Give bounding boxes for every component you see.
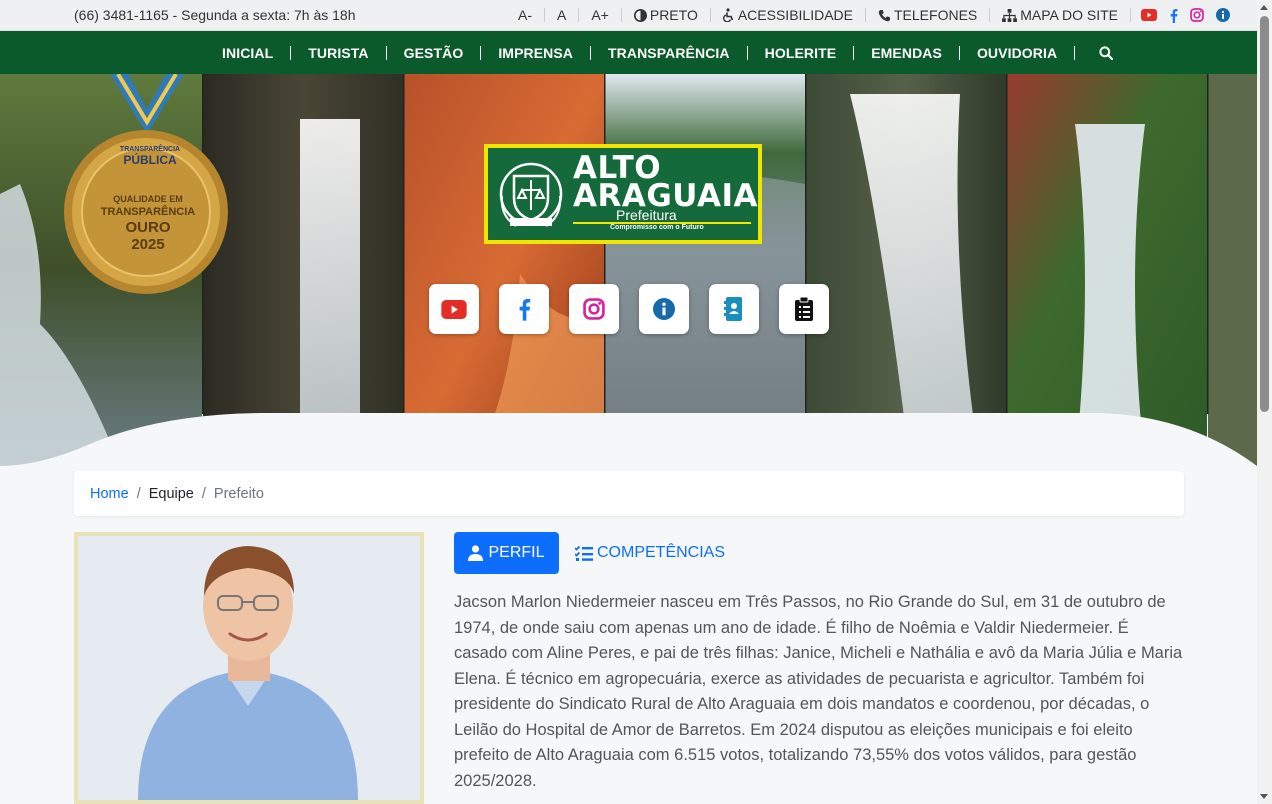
nav-item-gestao[interactable]: GESTÃO [387,45,481,61]
mayor-biography: Jacson Marlon Niedermeier nasceu em Três… [454,593,1183,790]
logo-subtitle: Prefeitura [616,207,677,223]
top-bar: (66) 3481-1165 - Segunda a sexta: 7h às … [0,0,1257,31]
tab-profile-label: PERFIL [488,544,545,561]
user-icon [468,545,484,561]
scroll-thumb[interactable] [1260,16,1269,412]
font-normal-button[interactable]: A [547,7,576,23]
search-button[interactable] [1075,45,1114,60]
hero-instagram-button[interactable] [569,284,619,334]
nav-item-inicial[interactable]: INICIAL [205,45,290,61]
mayor-photo-frame [74,532,424,804]
hero-facebook-button[interactable] [499,284,549,334]
sitemap-label: MAPA DO SITE [1020,7,1119,23]
tab-competencies-label: COMPETÊNCIAS [597,544,726,561]
transparency-medal [64,74,228,294]
main-nav: INICIAL TURISTA GESTÃO IMPRENSA TRANSPAR… [0,31,1257,74]
search-icon [1099,45,1114,60]
phones-label: TELEFONES [894,7,978,23]
breadcrumb-current: Prefeito [213,485,264,502]
top-social-links [1141,8,1231,23]
wheelchair-icon [722,8,734,22]
contact-info: (66) 3481-1165 - Segunda a sexta: 7h às … [74,7,356,23]
breadcrumb: Home / Equipe / Prefeito [74,471,1184,516]
coat-of-arms-icon [499,162,563,227]
divider [544,8,545,22]
hero-social-links [429,284,829,334]
sitemap-icon [1002,8,1018,22]
hero-contacts-button[interactable] [709,284,759,334]
info-icon [653,298,675,320]
info-icon[interactable] [1216,8,1231,22]
breadcrumb-section[interactable]: Equipe [149,486,194,502]
checklist-icon [575,545,593,561]
hero-info-button[interactable] [639,284,689,334]
nav-item-holerite[interactable]: HOLERITE [748,45,854,61]
facebook-icon [519,298,531,321]
accessibility-label: ACESSIBILIDADE [737,7,853,23]
breadcrumb-separator: / [201,485,206,502]
divider [620,8,622,22]
font-decrease-button[interactable]: A- [508,7,542,23]
divider [709,8,711,22]
phones-link[interactable]: TELEFONES [878,7,977,23]
scroll-up-arrow[interactable] [1260,5,1268,10]
divider [1130,8,1132,22]
portrait-image [78,536,420,800]
logo-title: ALTO ARAGUAIA [573,150,759,214]
medal-text-bottom: QUALIDADE EM TRANSPARÊNCIA OURO 2025 [100,194,196,253]
city-logo[interactable]: ALTO ARAGUAIA Prefeitura Compromisso com… [484,144,762,244]
hero-youtube-button[interactable] [429,284,479,334]
page-scrollbar[interactable] [1257,0,1272,804]
youtube-icon [441,299,467,319]
nav-item-ouvidoria[interactable]: OUVIDORIA [960,45,1074,61]
medal-text-top: TRANSPARÊNCIA PÚBLICA [119,146,181,167]
phone-icon [878,9,891,21]
sitemap-link[interactable]: MAPA DO SITE [1002,7,1118,23]
instagram-icon[interactable] [1190,8,1204,22]
contrast-button[interactable]: PRETO [633,7,698,23]
breadcrumb-separator: / [136,485,141,502]
nav-item-emendas[interactable]: EMENDAS [854,45,959,61]
hero-banner: TRANSPARÊNCIA PÚBLICA QUALIDADE EM TRANS… [0,74,1257,466]
instagram-icon [583,298,605,320]
divider [989,8,991,22]
logo-tagline: Compromisso com o Futuro [610,224,704,231]
contacts-icon [724,297,742,321]
nav-item-imprensa[interactable]: IMPRENSA [481,45,590,61]
accessibility-link[interactable]: ACESSIBILIDADE [722,7,853,23]
mayor-photo [78,536,420,800]
hero-clipboard-button[interactable] [779,284,829,334]
clipboard-icon [795,297,813,321]
accessibility-tools: A- A A+ PRETO ACESSIBILIDADE TELEFONES M… [508,7,1231,23]
nav-menu: INICIAL TURISTA GESTÃO IMPRENSA TRANSPAR… [205,31,1114,74]
divider [865,8,866,22]
font-increase-button[interactable]: A+ [581,7,619,23]
divider [578,8,580,22]
nav-item-turista[interactable]: TURISTA [291,45,385,61]
facebook-icon[interactable] [1169,8,1178,23]
tab-competencies[interactable]: COMPETÊNCIAS [575,532,725,574]
contrast-label: PRETO [649,7,698,23]
scroll-down-arrow[interactable] [1260,794,1268,799]
nav-item-transparencia[interactable]: TRANSPARÊNCIA [591,45,747,61]
contrast-icon [633,8,647,22]
tab-profile[interactable]: PERFIL [454,532,559,574]
breadcrumb-home-link[interactable]: Home [90,486,129,502]
youtube-icon[interactable] [1141,9,1158,21]
